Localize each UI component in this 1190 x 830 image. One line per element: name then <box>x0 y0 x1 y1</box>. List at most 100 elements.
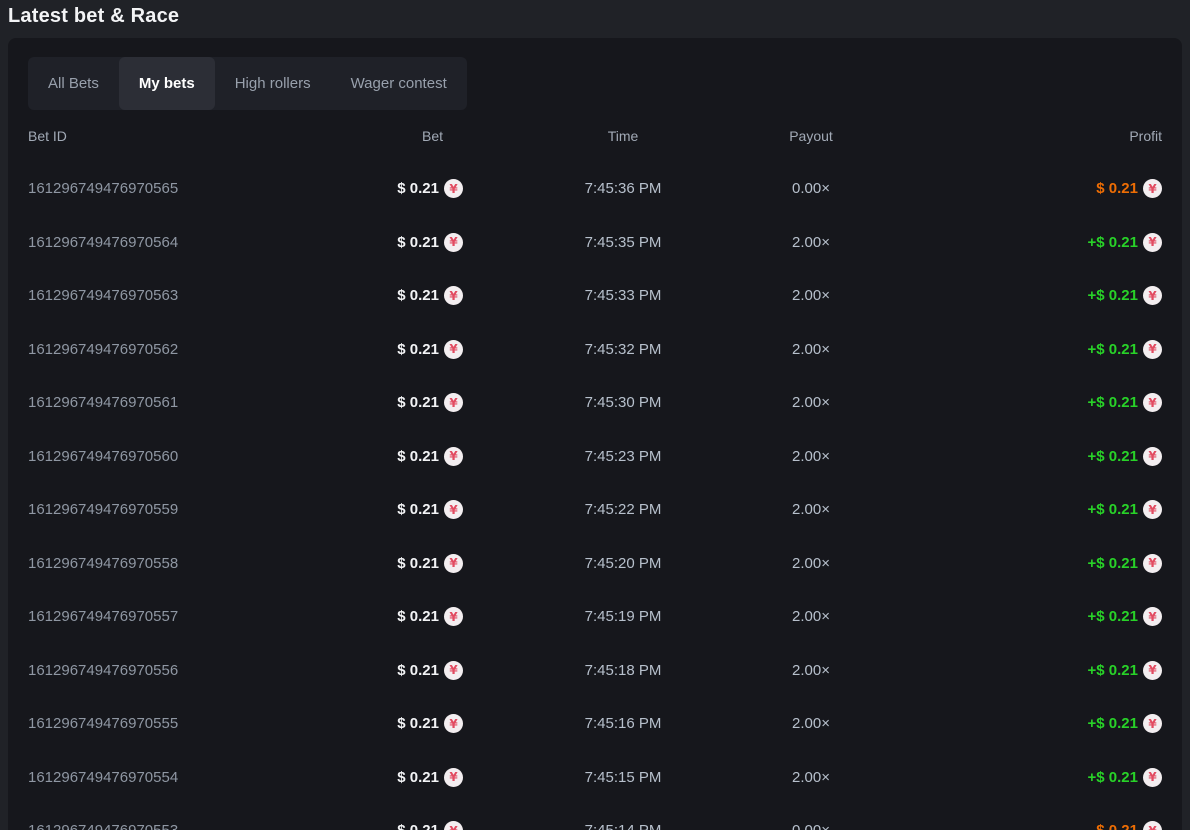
profit-cell: +$ 0.21¥ <box>839 393 1162 412</box>
table-row[interactable]: 161296749476970565 $ 0.21 ¥7:45:36 PM0.00×… <box>28 162 1162 216</box>
bet-amount-cell: $ 0.21 ¥ <box>308 661 463 680</box>
bet-id-cell: 161296749476970555 <box>28 715 308 732</box>
payout-cell: 2.00× <box>783 769 839 786</box>
profit-amount: +$ 0.21 <box>1088 341 1138 358</box>
bet-amount-cell: $ 0.21¥ <box>308 447 463 466</box>
bet-id-cell: 161296749476970565 <box>28 180 308 197</box>
bet-id-cell: 161296749476970559 <box>28 501 308 518</box>
bet-id-cell: 161296749476970561 <box>28 394 308 411</box>
tab-high-rollers[interactable]: High rollers <box>215 57 331 110</box>
currency-jpy-icon: ¥ <box>1143 500 1162 519</box>
profit-cell: +$ 0.21¥ <box>839 340 1162 359</box>
tab-my-bets[interactable]: My bets <box>119 57 215 110</box>
payout-cell: 2.00× <box>783 448 839 465</box>
payout-cell: 2.00× <box>783 555 839 572</box>
bet-amount-cell: $ 0.21 ¥ <box>308 179 463 198</box>
time-cell: 7:45:14 PM <box>463 822 783 830</box>
bet-amount-cell: $ 0.21¥ <box>308 286 463 305</box>
table-row[interactable]: 161296749476970563$ 0.21¥7:45:33 PM2.00×… <box>28 269 1162 323</box>
bet-id-cell: 161296749476970564 <box>28 234 308 251</box>
bet-id-cell: 161296749476970562 <box>28 341 308 358</box>
time-cell: 7:45:18 PM <box>463 662 783 679</box>
bet-id-cell: 161296749476970563 <box>28 287 308 304</box>
bet-id-cell: 161296749476970556 <box>28 662 308 679</box>
bets-tab-bar: All BetsMy betsHigh rollersWager contest <box>28 57 467 110</box>
currency-jpy-icon: ¥ <box>1143 554 1162 573</box>
bet-amount-cell: $ 0.21 ¥ <box>308 233 463 252</box>
currency-jpy-icon: ¥ <box>1143 768 1162 787</box>
bet-amount: $ 0.21 <box>397 180 439 197</box>
currency-jpy-icon: ¥ <box>1143 233 1162 252</box>
currency-jpy-icon: ¥ <box>1143 821 1162 830</box>
bet-amount: $ 0.21 <box>397 715 439 732</box>
currency-jpy-icon: ¥ <box>444 768 463 787</box>
table-header-row: Bet IDBetTimePayoutProfit <box>28 110 1162 162</box>
table-row[interactable]: 161296749476970562$ 0.21¥7:45:32 PM2.00×… <box>28 323 1162 377</box>
bet-amount: $ 0.21 <box>397 341 439 358</box>
bet-amount-cell: $ 0.21 ¥ <box>308 393 463 412</box>
currency-jpy-icon: ¥ <box>444 500 463 519</box>
currency-jpy-icon: ¥ <box>444 661 463 680</box>
bet-amount: $ 0.21 <box>397 608 439 625</box>
time-cell: 7:45:22 PM <box>463 501 783 518</box>
currency-jpy-icon: ¥ <box>444 393 463 412</box>
bet-id-cell: 161296749476970554 <box>28 769 308 786</box>
profit-amount: +$ 0.21 <box>1088 555 1138 572</box>
currency-jpy-icon: ¥ <box>444 233 463 252</box>
bet-amount-cell: $ 0.21¥ <box>308 607 463 626</box>
currency-jpy-icon: ¥ <box>444 714 463 733</box>
payout-cell: 2.00× <box>783 394 839 411</box>
currency-jpy-icon: ¥ <box>1143 286 1162 305</box>
bet-amount: $ 0.21 <box>397 555 439 572</box>
bet-amount-cell: $ 0.21¥ <box>308 500 463 519</box>
bet-amount: $ 0.21 <box>397 234 439 251</box>
payout-cell: 0.00× <box>783 822 839 830</box>
table-row[interactable]: 161296749476970554$ 0.21¥7:45:15 PM2.00×… <box>28 751 1162 805</box>
currency-jpy-icon: ¥ <box>444 447 463 466</box>
profit-cell: +$ 0.21¥ <box>839 447 1162 466</box>
column-header-bet: Bet <box>308 128 463 144</box>
table-row[interactable]: 161296749476970556$ 0.21¥7:45:18 PM2.00×… <box>28 644 1162 698</box>
bet-amount: $ 0.21 <box>397 769 439 786</box>
table-row[interactable]: 161296749476970560$ 0.21¥7:45:23 PM2.00×… <box>28 430 1162 484</box>
time-cell: 7:45:19 PM <box>463 608 783 625</box>
currency-jpy-icon: ¥ <box>1143 661 1162 680</box>
page-title: Latest bet & Race <box>8 5 1190 28</box>
currency-jpy-icon: ¥ <box>1143 447 1162 466</box>
tab-wager-contest[interactable]: Wager contest <box>331 57 467 110</box>
currency-jpy-icon: ¥ <box>1143 714 1162 733</box>
table-row[interactable]: 161296749476970561$ 0.21¥7:45:30 PM2.00×… <box>28 376 1162 430</box>
bet-amount: $ 0.21 <box>397 394 439 411</box>
time-cell: 7:45:20 PM <box>463 555 783 572</box>
profit-cell: +$ 0.21 ¥ <box>839 607 1162 626</box>
bet-id-cell: 161296749476970560 <box>28 448 308 465</box>
profit-amount: +$ 0.21 <box>1088 608 1138 625</box>
payout-cell: 2.00× <box>783 341 839 358</box>
column-header-time: Time <box>463 128 783 144</box>
time-cell: 7:45:35 PM <box>463 234 783 251</box>
profit-cell: +$ 0.21¥ <box>839 500 1162 519</box>
currency-jpy-icon: ¥ <box>444 821 463 830</box>
table-row[interactable]: 161296749476970557$ 0.21¥7:45:19 PM2.00×… <box>28 590 1162 644</box>
tab-all-bets[interactable]: All Bets <box>28 57 119 110</box>
table-row[interactable]: 161296749476970553$ 0.21¥7:45:14 PM0.00×… <box>28 804 1162 830</box>
currency-jpy-icon: ¥ <box>444 179 463 198</box>
profit-cell: $ 0.21 ¥ <box>839 821 1162 830</box>
currency-jpy-icon: ¥ <box>444 554 463 573</box>
payout-cell: 0.00× <box>783 180 839 197</box>
profit-amount: +$ 0.21 <box>1088 715 1138 732</box>
profit-cell: +$ 0.21 ¥ <box>839 661 1162 680</box>
profit-amount: $ 0.21 <box>1096 822 1138 830</box>
profit-amount: +$ 0.21 <box>1088 662 1138 679</box>
time-cell: 7:45:32 PM <box>463 341 783 358</box>
table-row[interactable]: 161296749476970559$ 0.21¥7:45:22 PM2.00×… <box>28 483 1162 537</box>
table-row[interactable]: 161296749476970564$ 0.21¥7:45:35 PM2.00×… <box>28 216 1162 270</box>
bet-amount: $ 0.21 <box>397 822 439 830</box>
payout-cell: 2.00× <box>783 501 839 518</box>
time-cell: 7:45:36 PM <box>463 180 783 197</box>
profit-cell: +$ 0.21¥ <box>839 233 1162 252</box>
table-row[interactable]: 161296749476970555$ 0.21¥7:45:16 PM2.00×… <box>28 697 1162 751</box>
bet-amount: $ 0.21 <box>397 662 439 679</box>
currency-jpy-icon: ¥ <box>1143 607 1162 626</box>
table-row[interactable]: 161296749476970558$ 0.21¥7:45:20 PM2.00×… <box>28 537 1162 591</box>
